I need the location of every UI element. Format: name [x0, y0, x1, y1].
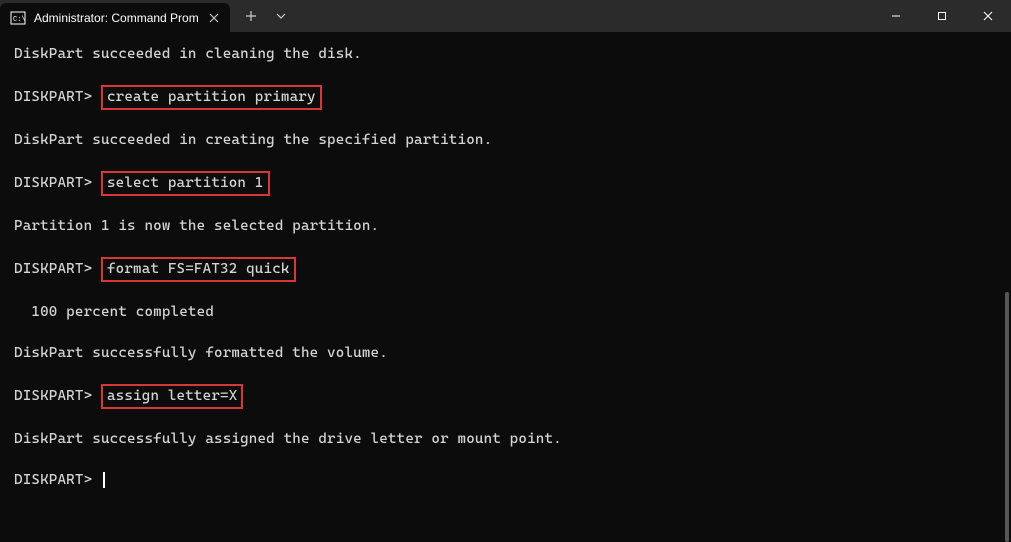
active-tab[interactable]: C:\ Administrator: Command Promp — [0, 3, 230, 32]
titlebar: C:\ Administrator: Command Promp — [0, 0, 1011, 32]
output-text: DiskPart successfully formatted the volu… — [14, 345, 388, 361]
cursor — [103, 472, 105, 488]
terminal-line: DiskPart successfully formatted the volu… — [14, 343, 997, 364]
terminal-line: DISKPART> select partition 1 — [14, 171, 997, 196]
close-window-button[interactable] — [965, 0, 1011, 32]
highlighted-command: assign letter=X — [101, 384, 243, 409]
prompt-text: DISKPART> — [14, 261, 101, 277]
svg-text:C:\: C:\ — [13, 16, 26, 24]
tab-controls — [230, 0, 296, 32]
output-text: DiskPart succeeded in cleaning the disk. — [14, 46, 362, 62]
terminal-line: DISKPART> assign letter=X — [14, 384, 997, 409]
output-text: DiskPart succeeded in creating the speci… — [14, 132, 492, 148]
terminal-line: DiskPart succeeded in creating the speci… — [14, 130, 997, 151]
tab-close-button[interactable] — [206, 10, 222, 26]
highlighted-command: format FS=FAT32 quick — [101, 257, 296, 282]
output-text: DiskPart successfully assigned the drive… — [14, 431, 562, 447]
minimize-button[interactable] — [873, 0, 919, 32]
terminal-line: DISKPART> — [14, 470, 997, 491]
new-tab-button[interactable] — [236, 2, 266, 30]
terminal-output[interactable]: DiskPart succeeded in cleaning the disk.… — [0, 32, 1011, 503]
prompt-text: DISKPART> — [14, 175, 101, 191]
terminal-line: Partition 1 is now the selected partitio… — [14, 216, 997, 237]
terminal-line: DISKPART> create partition primary — [14, 85, 997, 110]
terminal-content[interactable]: DiskPart succeeded in cleaning the disk.… — [0, 32, 1011, 520]
scrollbar-thumb[interactable] — [1005, 292, 1009, 542]
tab-title: Administrator: Command Promp — [34, 11, 198, 25]
prompt-text: DISKPART> — [14, 472, 101, 488]
terminal-line: 100 percent completed — [14, 302, 997, 323]
tab-dropdown-button[interactable] — [266, 2, 296, 30]
highlighted-command: select partition 1 — [101, 171, 270, 196]
titlebar-drag-area[interactable] — [296, 0, 873, 32]
terminal-line: DiskPart succeeded in cleaning the disk. — [14, 44, 997, 65]
maximize-button[interactable] — [919, 0, 965, 32]
prompt-text: DISKPART> — [14, 388, 101, 404]
window-controls — [873, 0, 1011, 32]
cmd-icon: C:\ — [10, 10, 26, 26]
terminal-line: DISKPART> format FS=FAT32 quick — [14, 257, 997, 282]
output-text: Partition 1 is now the selected partitio… — [14, 218, 379, 234]
output-text: 100 percent completed — [14, 304, 214, 320]
prompt-text: DISKPART> — [14, 89, 101, 105]
highlighted-command: create partition primary — [101, 85, 322, 110]
terminal-line: DiskPart successfully assigned the drive… — [14, 429, 997, 450]
